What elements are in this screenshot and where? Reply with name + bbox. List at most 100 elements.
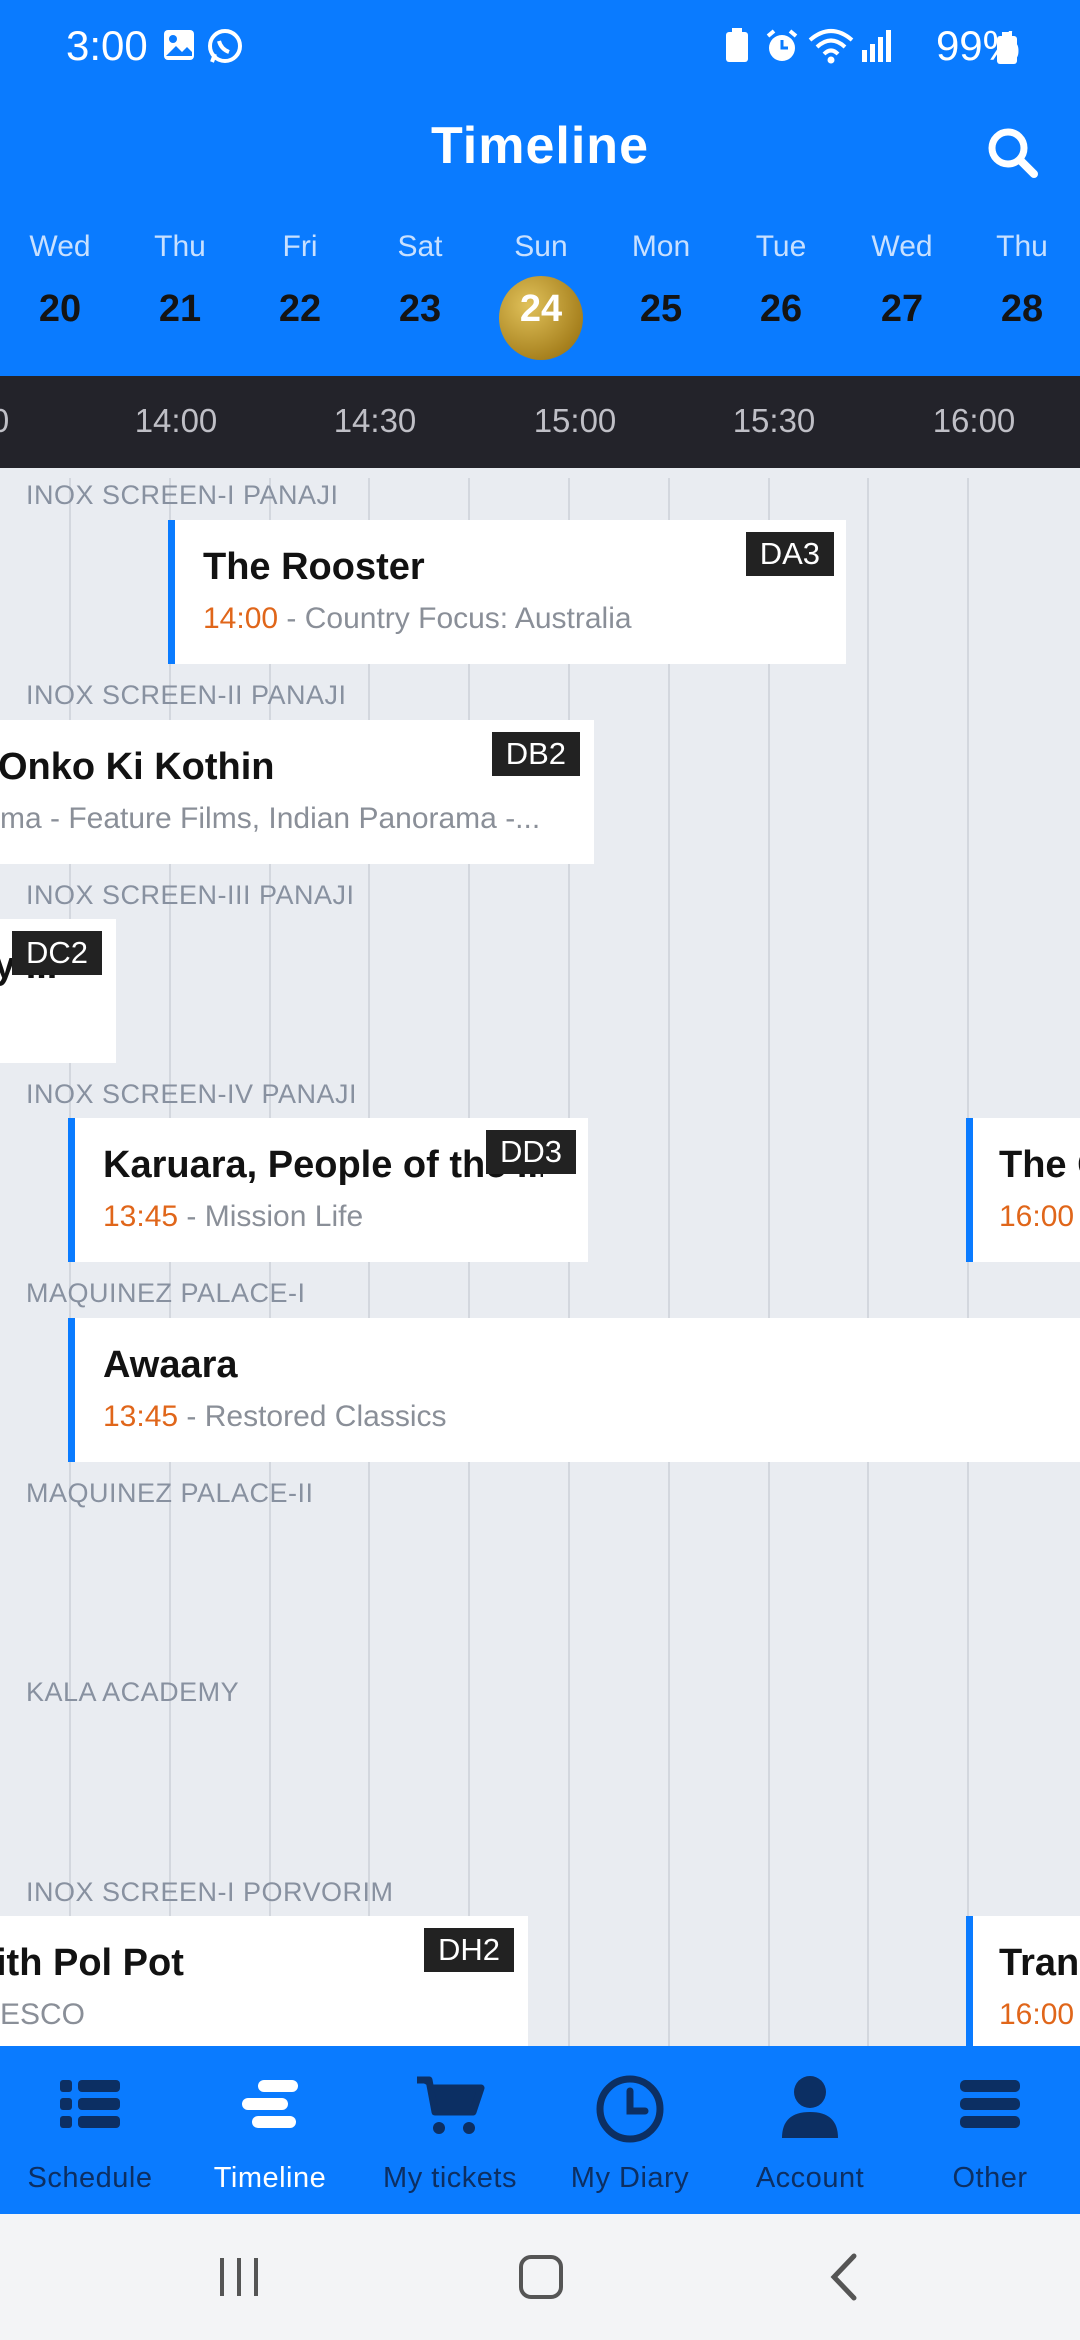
event-section: - [1074,1200,1080,1233]
event-card[interactable]: Onko Ki Kothin ma - Feature Films, India… [0,720,594,864]
event-card[interactable]: ith Pol Pot ESCO DH2 [0,1916,528,2046]
time-tick: 16:00 [932,402,1016,439]
date-weekday: Sat [397,230,443,263]
event-title: The Rooster [203,546,425,588]
event-card[interactable]: The C 16:00 - [966,1118,1080,1262]
event-section: - [1074,1998,1080,2031]
grid-line [468,478,470,2046]
menu-icon [960,2080,1020,2128]
date-weekday: Wed [871,230,933,263]
event-time: 16:00 [999,1998,1075,2031]
event-card[interactable]: Karuara, People of the ... 13:45 - Missi… [68,1118,588,1262]
bottom-nav: Schedule Timeline My tickets My Diary Ac… [0,2046,1080,2214]
page-title: Timeline [430,117,649,175]
venue-label: MAQUINEZ PALACE-II [26,1478,314,1508]
time-tick: 15:00 [533,402,617,439]
date-number: 26 [759,288,803,330]
grid-line [768,478,770,2046]
nav-label: My Diary [570,2162,690,2194]
date-weekday: Mon [631,230,691,263]
date-weekday: Sun [514,230,568,263]
grid-line [668,478,670,2046]
grid-line [169,478,171,2046]
date-number: 20 [38,288,82,330]
event-card[interactable]: Tran 16:00 - [966,1916,1080,2046]
event-time: 14:00 [203,602,279,635]
nav-label: Timeline [213,2162,327,2194]
nav-schedule[interactable]: Schedule [0,2046,180,2214]
timeline-grid[interactable]: INOX SCREEN-I PANAJI INOX SCREEN-II PANA… [0,468,1080,2046]
venue-label: INOX SCREEN-IV PANAJI [26,1079,358,1109]
event-time: 13:45 [103,1200,179,1233]
back-button[interactable] [820,2250,870,2309]
date-weekday: Thu [996,230,1048,263]
recent-apps-icon [220,2258,258,2296]
nav-label: Schedule [27,2162,153,2194]
venue-label: INOX SCREEN-II PANAJI [26,680,347,710]
event-time: 16:00 [999,1200,1075,1233]
app-header: Timeline Wed 20 Thu 21 Fri 22 Sat 23 Sun 24 M… [0,96,1080,376]
nav-my-diary[interactable]: My Diary [540,2046,720,2214]
clock-icon [596,2075,664,2143]
system-nav-bar [0,2214,1080,2340]
date-item[interactable]: Thu 21 [130,226,230,366]
user-icon [782,2076,838,2138]
grid-line [867,478,869,2046]
recent-apps-button[interactable] [214,2250,264,2309]
event-meta: 14:00 - Country Focus: Australia [203,602,632,636]
date-item[interactable]: Wed 20 [10,226,110,366]
battery-icon [996,32,1018,69]
date-item[interactable]: Fri 22 [250,226,350,366]
nav-my-tickets[interactable]: My tickets [360,2046,540,2214]
date-number: 28 [1000,288,1044,330]
grid-line [269,478,271,2046]
venue-label: INOX SCREEN-I PANAJI [26,480,339,510]
date-number: 21 [158,288,202,330]
date-strip: Wed 20 Thu 21 Fri 22 Sat 23 Sun 24 Mon 25 Tue 2… [0,226,1080,366]
event-code-badge: DA3 [745,532,834,576]
gallery-notification-icon [162,28,196,67]
date-item[interactable]: Tue 26 [731,226,831,366]
search-button[interactable] [978,118,1048,188]
date-number: 23 [398,288,442,330]
date-item[interactable]: Wed 27 [852,226,952,366]
time-tick: 15:30 [732,402,816,439]
home-button[interactable] [514,2250,568,2309]
search-icon [988,128,1038,178]
event-section: - Restored Classics [178,1400,447,1433]
venue-label: KALA ACADEMY [26,1677,240,1707]
nav-label: Other [952,2162,1028,2194]
event-meta: 16:00 - [999,1998,1080,2032]
battery-saver-icon [724,28,750,69]
grid-line [368,478,370,2046]
event-card[interactable]: The Rooster 14:00 - Country Focus: Austr… [168,520,846,664]
date-weekday: Wed [29,230,91,263]
nav-other[interactable]: Other [900,2046,1080,2214]
event-title: Onko Ki Kothin [0,746,275,788]
event-card[interactable]: Awaara 13:45 - Restored Classics [68,1318,1080,1462]
event-time: 13:45 [103,1400,179,1433]
event-section: - Country Focus: Australia [278,602,632,635]
date-item[interactable]: Mon 25 [611,226,711,366]
event-code-badge: DD3 [485,1130,576,1174]
status-bar: 3:00 99% [0,0,1080,96]
wifi-icon [808,28,854,69]
event-section: - Mission Life [178,1200,364,1233]
time-tick: 14:30 [333,402,417,439]
date-item-selected[interactable]: Sun 24 [491,226,591,366]
event-card[interactable]: y ... DC2 [0,919,116,1063]
date-number: 22 [278,288,322,330]
venue-label: MAQUINEZ PALACE-I [26,1278,306,1308]
signal-icon [856,28,894,69]
event-meta: ESCO [0,1998,86,2031]
date-item[interactable]: Sat 23 [370,226,470,366]
grid-line [967,478,969,2046]
nav-timeline[interactable]: Timeline [180,2046,360,2214]
event-code-badge: DC2 [12,931,103,975]
date-weekday: Fri [282,230,318,263]
time-tick: 14:00 [134,402,218,439]
venue-label: INOX SCREEN-I PORVORIM [26,1877,394,1907]
time-ruler[interactable]: 0 14:00 14:30 15:00 15:30 16:00 [0,376,1080,468]
nav-account[interactable]: Account [720,2046,900,2214]
date-item[interactable]: Thu 28 [972,226,1072,366]
